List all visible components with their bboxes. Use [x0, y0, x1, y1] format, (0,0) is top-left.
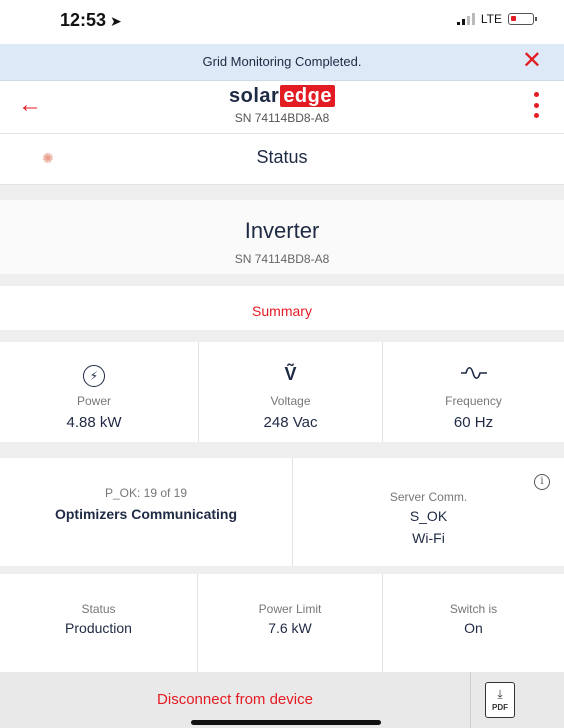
phone-status-bar: 12:53 ➤ LTE [0, 0, 564, 44]
frequency-label: Frequency [445, 394, 502, 408]
power-value: 4.88 kW [66, 414, 122, 431]
server-comm-medium: Wi-Fi [412, 530, 445, 546]
optimizers-cell: P_OK: 19 of 19 Optimizers Communicating [0, 458, 292, 566]
lightning-bolt-icon: ⚡ [0, 364, 188, 387]
status-indicators: LTE [456, 12, 537, 26]
logo-text-edge: edge [280, 85, 335, 107]
app-header: ← solar edge SN 74114BD8-A8 [0, 81, 564, 134]
inverter-serial: SN 74114BD8-A8 [234, 252, 330, 266]
voltage-value: 248 Vac [263, 414, 318, 431]
status-value: Production [65, 620, 132, 636]
inverter-card: Inverter SN 74114BD8-A8 [0, 200, 564, 274]
pdf-label: PDF [492, 703, 508, 712]
close-icon[interactable]: ✕ [522, 49, 542, 73]
notification-text: Grid Monitoring Completed. [202, 54, 362, 69]
power-limit-label: Power Limit [258, 602, 322, 616]
inverter-title: Inverter [244, 218, 320, 243]
voltage-metric: Ṽ Voltage 248 Vac [199, 342, 382, 442]
home-indicator[interactable] [191, 720, 381, 725]
frequency-metric: Frequency 60 Hz [383, 342, 564, 442]
info-icon[interactable]: i [534, 474, 550, 490]
switch-cell: Switch is On [383, 574, 564, 672]
clock: 12:53 ➤ [60, 10, 122, 31]
power-limit-cell: Power Limit 7.6 kW [198, 574, 382, 672]
logo-text-solar: solar [229, 85, 280, 107]
state-row: Status Production Power Limit 7.6 kW Swi… [0, 574, 564, 672]
clock-time: 12:53 [60, 10, 107, 30]
status-title: Status [256, 147, 308, 167]
metrics-row: ⚡ Power 4.88 kW Ṽ Voltage 248 Vac Freque… [0, 342, 564, 442]
switch-label: Switch is [449, 602, 498, 616]
signal-icon [456, 13, 475, 25]
server-comm-status: S_OK [409, 508, 448, 524]
server-comm-label: Server Comm. [389, 490, 468, 504]
disconnect-button[interactable]: Disconnect from device [0, 691, 470, 708]
sine-wave-icon [383, 364, 564, 387]
battery-icon [508, 13, 537, 25]
switch-value: On [464, 620, 483, 636]
more-menu-icon[interactable] [534, 92, 540, 118]
status-label: Status [81, 602, 116, 616]
solaredge-logo: solar edge [0, 85, 564, 108]
power-metric: ⚡ Power 4.88 kW [0, 342, 188, 442]
bottom-divider [470, 672, 471, 728]
server-comm-cell: i Server Comm. S_OK Wi-Fi [293, 458, 564, 566]
communication-row: P_OK: 19 of 19 Optimizers Communicating … [0, 458, 564, 566]
summary-link[interactable]: Summary [0, 303, 564, 319]
frequency-value: 60 Hz [453, 414, 494, 431]
voltage-label: Voltage [270, 394, 311, 408]
voltage-icon: Ṽ [284, 364, 297, 384]
status-section-header: ✺ Status [0, 134, 564, 185]
summary-row: Summary [0, 286, 564, 330]
power-limit-value: 7.6 kW [268, 620, 312, 636]
optimizers-status: Optimizers Communicating [54, 506, 238, 522]
pdf-export-icon[interactable]: ⤓ PDF [485, 682, 515, 718]
notification-banner: Grid Monitoring Completed. ✕ [0, 44, 564, 81]
location-arrow-icon: ➤ [110, 13, 122, 29]
power-label: Power [76, 394, 111, 408]
network-type: LTE [480, 12, 502, 26]
header-serial: SN 74114BD8-A8 [234, 111, 330, 125]
status-cell: Status Production [0, 574, 197, 672]
optimizers-count: P_OK: 19 of 19 [104, 486, 188, 500]
download-arrow-icon: ⤓ [497, 687, 503, 701]
